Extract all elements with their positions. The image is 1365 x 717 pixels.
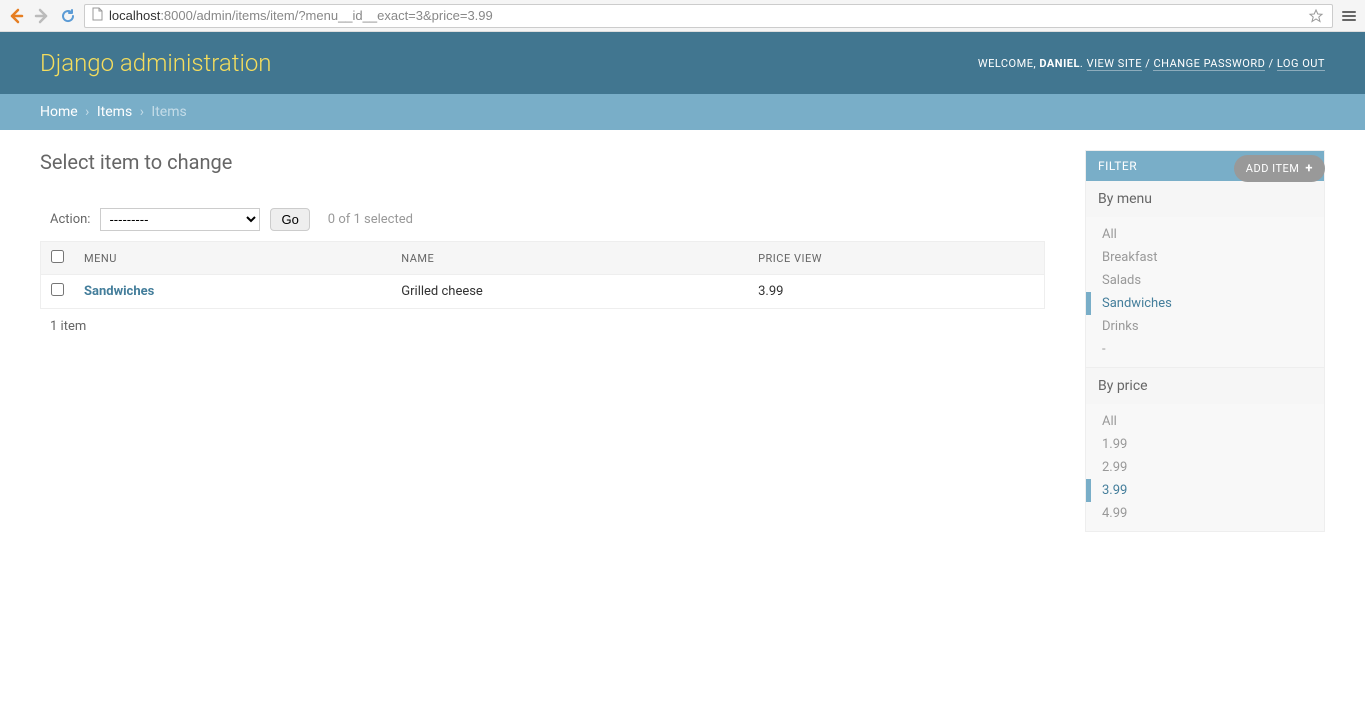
filter-sidebar: FILTER By menu All Breakfast Salads Sand… xyxy=(1085,150,1325,532)
row-price-cell: 3.99 xyxy=(748,275,1044,309)
filter-item-selected: Sandwiches xyxy=(1086,292,1324,315)
add-item-label: ADD ITEM xyxy=(1246,162,1300,175)
filter-item: All xyxy=(1086,410,1324,433)
table-row: Sandwiches Grilled cheese 3.99 xyxy=(41,275,1045,309)
bookmark-icon[interactable] xyxy=(1306,6,1326,26)
filter-by-price: By price All 1.99 2.99 3.99 4.99 xyxy=(1086,368,1324,531)
go-button[interactable]: Go xyxy=(270,208,309,231)
row-checkbox[interactable] xyxy=(51,283,64,296)
plus-icon: + xyxy=(1305,161,1313,176)
object-tools: ADD ITEM + xyxy=(1234,155,1325,182)
select-all-checkbox[interactable] xyxy=(51,250,64,263)
action-select[interactable]: --------- xyxy=(100,208,260,231)
filter-link[interactable]: 3.99 xyxy=(1102,483,1127,498)
breadcrumb-sep: › xyxy=(85,104,89,120)
row-name-cell: Grilled cheese xyxy=(391,275,748,309)
filter-by-price-label: By price xyxy=(1086,368,1324,404)
filter-item: Drinks xyxy=(1086,315,1324,338)
reload-button[interactable] xyxy=(58,6,78,26)
breadcrumb-app[interactable]: Items xyxy=(97,104,132,120)
add-item-button[interactable]: ADD ITEM + xyxy=(1234,155,1325,182)
welcome-text: WELCOME, xyxy=(978,57,1040,70)
breadcrumb-sep: › xyxy=(140,104,144,120)
view-site-link[interactable]: VIEW SITE xyxy=(1087,57,1142,71)
breadcrumb-current: Items xyxy=(151,104,186,120)
page-icon xyxy=(91,7,103,24)
filter-item-selected: 3.99 xyxy=(1086,479,1324,502)
filter-by-price-list: All 1.99 2.99 3.99 4.99 xyxy=(1086,404,1324,531)
row-menu-cell: Sandwiches xyxy=(74,275,391,309)
user-tools: WELCOME, DANIEL. VIEW SITE / CHANGE PASS… xyxy=(978,57,1325,70)
select-all-header xyxy=(41,242,75,275)
filter-link[interactable]: All xyxy=(1102,227,1117,242)
filter-by-menu: By menu All Breakfast Salads Sandwiches … xyxy=(1086,181,1324,367)
logout-link[interactable]: LOG OUT xyxy=(1277,57,1325,71)
forward-button[interactable] xyxy=(32,6,52,26)
url-text: localhost:8000/admin/items/item/?menu__i… xyxy=(109,8,1300,23)
filter-link[interactable]: All xyxy=(1102,414,1117,429)
site-header: Django administration WELCOME, DANIEL. V… xyxy=(0,32,1365,94)
username: DANIEL xyxy=(1039,57,1080,70)
row-select-cell xyxy=(41,275,75,309)
url-path: :8000/admin/items/item/?menu__id__exact=… xyxy=(160,8,492,23)
breadcrumb-home[interactable]: Home xyxy=(40,104,78,120)
filter-link[interactable]: 4.99 xyxy=(1102,506,1127,521)
actions-bar: Action: --------- Go 0 of 1 selected xyxy=(40,198,1045,241)
filter-link[interactable]: Salads xyxy=(1102,273,1141,288)
filter-link[interactable]: 1.99 xyxy=(1102,437,1127,452)
hamburger-icon[interactable] xyxy=(1339,6,1359,26)
filter-item: 4.99 xyxy=(1086,502,1324,525)
filter-link[interactable]: - xyxy=(1102,342,1106,357)
action-label: Action: xyxy=(50,212,90,227)
filter-item: Salads xyxy=(1086,269,1324,292)
page-title: Select item to change xyxy=(40,150,1045,174)
col-name[interactable]: NAME xyxy=(391,242,748,275)
col-menu[interactable]: MENU xyxy=(74,242,391,275)
change-password-link[interactable]: CHANGE PASSWORD xyxy=(1153,57,1265,71)
filter-link[interactable]: 2.99 xyxy=(1102,460,1127,475)
filter-link[interactable]: Drinks xyxy=(1102,319,1139,334)
breadcrumb: Home › Items › Items xyxy=(0,94,1365,130)
table-header-row: MENU NAME PRICE VIEW xyxy=(41,242,1045,275)
filter-item: All xyxy=(1086,223,1324,246)
back-button[interactable] xyxy=(6,6,26,26)
filter-box: FILTER By menu All Breakfast Salads Sand… xyxy=(1085,150,1325,532)
main-column: Select item to change Action: --------- … xyxy=(40,150,1045,532)
url-host: localhost xyxy=(109,8,160,23)
url-bar[interactable]: localhost:8000/admin/items/item/?menu__i… xyxy=(84,4,1333,28)
site-title[interactable]: Django administration xyxy=(40,49,272,77)
filter-link[interactable]: Breakfast xyxy=(1102,250,1158,265)
filter-link[interactable]: Sandwiches xyxy=(1102,296,1172,311)
results-table: MENU NAME PRICE VIEW Sandwiches Grilled … xyxy=(40,241,1045,309)
filter-item: Breakfast xyxy=(1086,246,1324,269)
filter-item: 1.99 xyxy=(1086,433,1324,456)
row-menu-link[interactable]: Sandwiches xyxy=(84,284,154,299)
filter-by-menu-list: All Breakfast Salads Sandwiches Drinks - xyxy=(1086,217,1324,367)
filter-by-menu-label: By menu xyxy=(1086,181,1324,217)
filter-item: - xyxy=(1086,338,1324,361)
content: Select item to change Action: --------- … xyxy=(0,130,1365,552)
paginator: 1 item xyxy=(40,309,1045,344)
selection-counter: 0 of 1 selected xyxy=(328,212,413,227)
browser-toolbar: localhost:8000/admin/items/item/?menu__i… xyxy=(0,0,1365,32)
filter-item: 2.99 xyxy=(1086,456,1324,479)
col-price[interactable]: PRICE VIEW xyxy=(748,242,1044,275)
